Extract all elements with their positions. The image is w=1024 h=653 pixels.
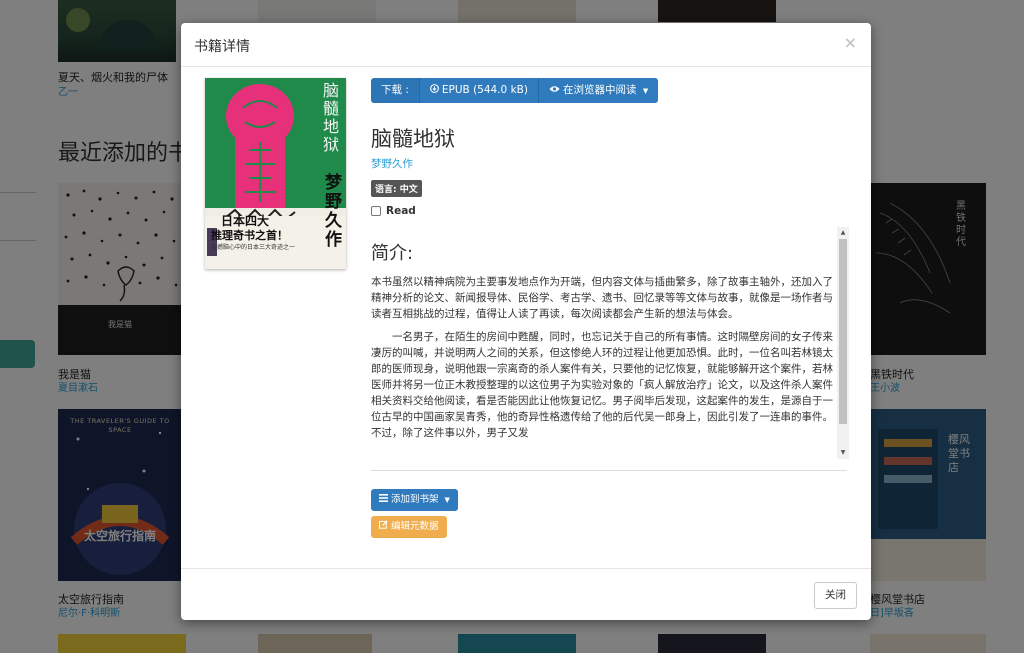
cover-title: 脑髓地狱 <box>323 81 340 154</box>
cover-author: 梦野久作 <box>325 173 342 250</box>
edit-metadata-button[interactable]: 编辑元数据 <box>371 516 447 538</box>
book-title: 脑髓地狱 <box>371 127 455 151</box>
download-epub-button[interactable]: EPUB (544.0 kB) <box>419 78 539 103</box>
edit-metadata-label: 编辑元数据 <box>391 521 439 532</box>
cover-tagline: 震撼脑心中的日本三大奇迹之一 <box>211 244 296 251</box>
read-in-browser-button[interactable]: 在浏览器中阅读 ▼ <box>538 78 659 103</box>
read-label: Read <box>386 205 416 217</box>
description-scroll-area[interactable]: 简介: 本书虽然以精神病院为主要事发地点作为开端，但内容文体与插曲繁多，除了故事… <box>371 227 849 459</box>
download-icon <box>429 78 439 103</box>
book-details-modal: 书籍详情 × 脑髓地狱 梦野久作 日本四大 推理奇书之首！ 震撼脑心中的日本三大… <box>181 23 871 620</box>
cover-tagline: 推理奇书之首！ <box>211 229 288 242</box>
scroll-up-arrow-icon[interactable]: ▲ <box>837 227 849 239</box>
close-button[interactable]: 关闭 <box>814 582 857 609</box>
add-to-shelf-label: 添加到书架 <box>391 494 439 505</box>
description-paragraph: 一名男子，在陌生的房间中甦醒，同时，也忘记关于自己的所有事情。这时隔壁房间的女子… <box>371 331 833 439</box>
divider <box>371 470 847 471</box>
description-heading: 简介: <box>371 243 414 264</box>
book-author-link[interactable]: 梦野久作 <box>371 156 413 171</box>
read-toggle[interactable]: Read <box>371 205 416 217</box>
language-badge: 语言: 中文 <box>371 180 422 197</box>
read-in-browser-label: 在浏览器中阅读 <box>562 84 637 96</box>
scroll-down-arrow-icon[interactable]: ▼ <box>837 447 849 459</box>
download-epub-label: EPUB (544.0 kB) <box>441 84 528 96</box>
modal-footer: 关闭 <box>181 568 871 620</box>
scrollbar-thumb[interactable] <box>839 239 847 424</box>
close-icon[interactable]: × <box>844 33 857 52</box>
download-button-group: 下载 : EPUB (544.0 kB) 在浏览器中阅读 ▼ <box>371 78 659 103</box>
download-label: 下载 : <box>371 78 420 103</box>
scrollbar[interactable]: ▲ ▼ <box>837 227 849 459</box>
description-content: 简介: 本书虽然以精神病院为主要事发地点作为开端，但内容文体与插曲繁多，除了故事… <box>371 227 833 448</box>
read-checkbox[interactable] <box>371 206 381 216</box>
description-paragraph: 本书虽然以精神病院为主要事发地点作为开端，但内容文体与插曲繁多，除了故事主轴外，… <box>371 276 833 320</box>
add-to-shelf-button[interactable]: 添加到书架 ▼ <box>371 489 458 511</box>
caret-down-icon: ▼ <box>444 496 450 504</box>
caret-down-icon: ▼ <box>642 87 649 95</box>
edit-icon <box>379 516 388 538</box>
book-cover-image: 脑髓地狱 梦野久作 日本四大 推理奇书之首！ 震撼脑心中的日本三大奇迹之一 <box>205 78 346 269</box>
eye-icon <box>549 78 560 103</box>
list-icon <box>379 489 388 511</box>
modal-title: 书籍详情 <box>194 39 250 55</box>
modal-header: 书籍详情 × <box>181 23 871 67</box>
